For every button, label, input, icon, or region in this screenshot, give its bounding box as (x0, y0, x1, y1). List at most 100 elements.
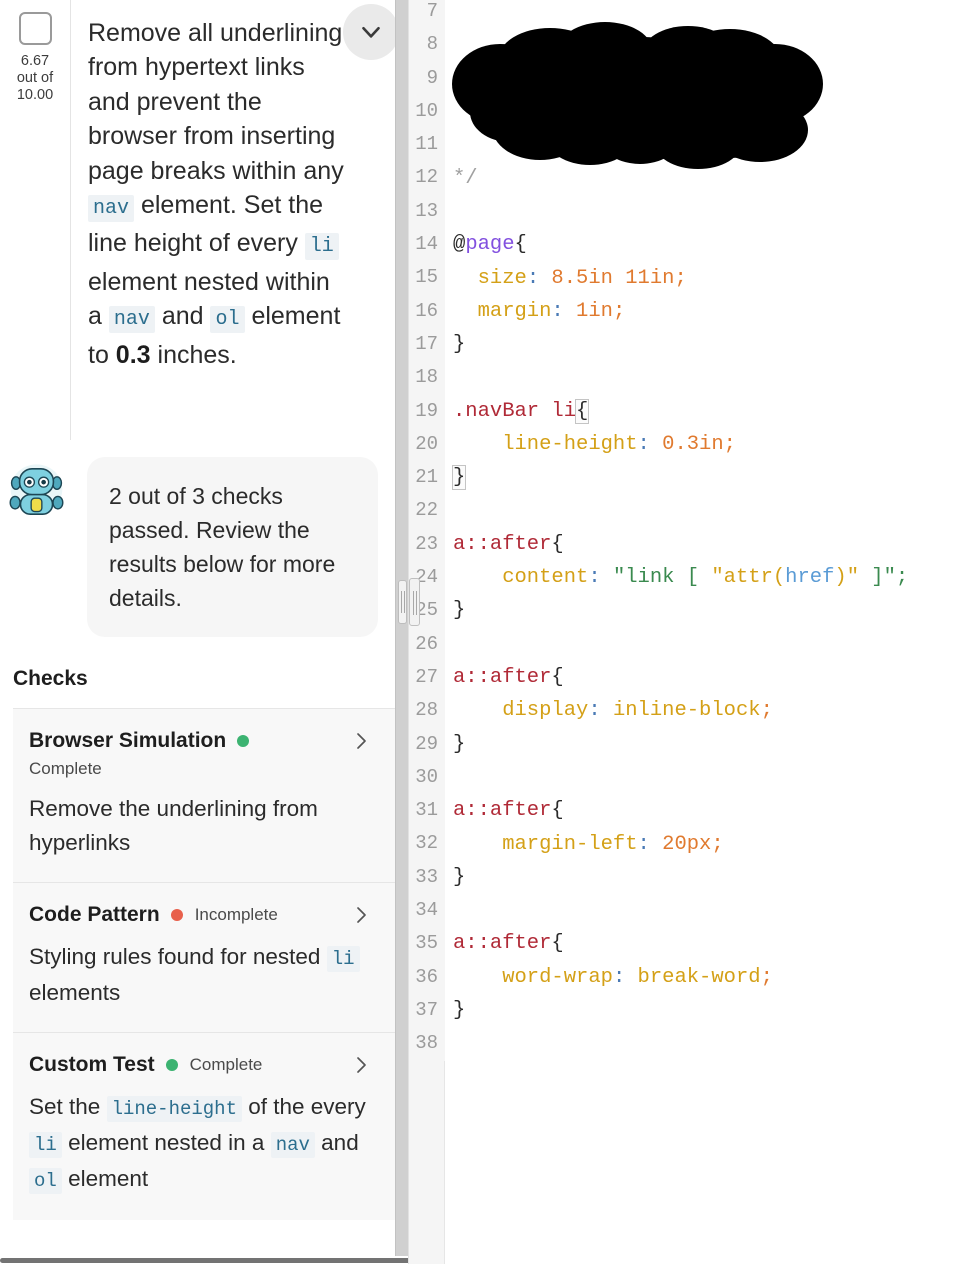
code-line-text: } (445, 599, 465, 622)
code-line-text: margin-left: 20px; (445, 832, 723, 856)
code-line[interactable]: 12 */ (409, 161, 963, 195)
code-line[interactable]: 32 margin-left: 20px; (409, 827, 963, 861)
code-line-text: a::after{ (445, 932, 564, 955)
line-number: 27 (409, 660, 445, 695)
code-line[interactable]: 9 (409, 61, 963, 95)
code-token: { (551, 932, 564, 956)
code-line[interactable]: 8 (409, 28, 963, 62)
code-token: margin (453, 299, 552, 323)
inline-code-token: nav (88, 195, 135, 223)
checks-heading: Checks (13, 667, 88, 690)
code-line[interactable]: 15 size: 8.5in 11in; (409, 261, 963, 295)
panel-splitter-handle[interactable] (409, 578, 420, 626)
code-line[interactable]: 27 a::after{ (409, 660, 963, 695)
code-line[interactable]: 24 content: "link [ "attr(href)" ]"; (409, 561, 963, 595)
check-header: Custom Test Complete (29, 1053, 377, 1077)
check-item[interactable]: Custom Test Complete Set the line-height o… (13, 1033, 395, 1220)
instruction-row: 6.67 out of 10.00 Remove all underlining… (0, 0, 408, 440)
code-token: "link (612, 566, 687, 590)
code-token: "attr( (711, 566, 786, 590)
line-number: 36 (409, 960, 445, 994)
code-line[interactable]: 26 (409, 627, 963, 661)
code-line-text: line-height: 0.3in; (445, 433, 736, 456)
code-line[interactable]: 11 (409, 128, 963, 162)
code-line[interactable]: 14 @page{ (409, 228, 963, 262)
line-number: 37 (409, 993, 445, 1028)
assistant-message-bubble: 2 out of 3 checks passed. Review the res… (87, 457, 378, 637)
code-token: { (514, 233, 527, 257)
code-line[interactable]: 10 (409, 94, 963, 129)
code-line-text: } (445, 733, 465, 756)
code-line[interactable]: 7 (409, 0, 963, 29)
code-token: : (637, 832, 663, 856)
collapse-instructions-button[interactable] (343, 4, 399, 60)
line-number: 13 (409, 194, 445, 229)
code-token: ; (760, 699, 773, 723)
code-token: */ (453, 166, 478, 190)
code-token: 1in (576, 299, 613, 323)
code-line[interactable]: 20 line-height: 0.3in; (409, 427, 963, 462)
code-token: )" (834, 566, 859, 590)
check-description: Remove the underlining from hyperlinks (29, 796, 318, 855)
code-line[interactable]: 21} (409, 461, 963, 495)
code-line[interactable]: 34 (409, 894, 963, 928)
code-line[interactable]: 28 display: inline-block; (409, 694, 963, 728)
check-item[interactable]: Browser Simulation Complete Remove the und… (13, 709, 395, 883)
check-header: Browser Simulation (29, 729, 377, 753)
chevron-right-icon[interactable] (349, 1053, 373, 1077)
check-status-label: Complete (29, 759, 102, 778)
code-line[interactable]: 33} (409, 860, 963, 895)
check-title: Custom Test (29, 1053, 155, 1076)
code-line[interactable]: 38 (409, 1027, 963, 1061)
line-number: 14 (409, 228, 445, 262)
code-area[interactable]: 6 Coding Challenge 5789101112*/1314@page… (409, 0, 963, 1061)
checks-list: Browser Simulation Complete Remove the und… (13, 708, 395, 1220)
task-checkbox[interactable] (18, 12, 52, 45)
code-line[interactable]: 19 .navBar li{ (409, 394, 963, 428)
code-token: } (451, 465, 467, 491)
line-number: 23 (409, 527, 445, 562)
code-line[interactable]: 37} (409, 993, 963, 1028)
inline-code-token: ol (210, 306, 245, 334)
code-line[interactable]: 29} (409, 727, 963, 761)
code-line[interactable]: 18 (409, 361, 963, 395)
line-number: 16 (409, 294, 445, 328)
code-line[interactable]: 16 margin: 1in; (409, 294, 963, 328)
code-line[interactable]: 13 (409, 194, 963, 229)
code-token: ; (723, 433, 736, 456)
code-line[interactable]: 25} (409, 594, 963, 628)
line-number: 11 (409, 128, 445, 162)
check-header: Code Pattern Incomplete (29, 903, 377, 927)
emphasized-value: 0.3 (115, 340, 151, 369)
horizontal-scrollbar-track[interactable] (0, 1256, 408, 1264)
instructions-scrollbar-thumb[interactable] (398, 580, 407, 624)
code-line[interactable]: 35 a::after{ (409, 927, 963, 961)
check-item[interactable]: Code Pattern Incomplete Styling rules foun… (13, 883, 395, 1033)
chevron-right-icon[interactable] (349, 903, 373, 927)
code-token: : (588, 699, 613, 723)
code-line[interactable]: 17} (409, 327, 963, 362)
code-line[interactable]: 31 a::after{ (409, 794, 963, 828)
code-line-text: a::after{ (445, 533, 564, 556)
coding-challenge-workspace: 6.67 out of 10.00 Remove all underlining… (0, 0, 963, 1264)
code-token: : (612, 965, 638, 989)
inline-code-token: ol (29, 1168, 62, 1194)
code-line[interactable]: 30 (409, 760, 963, 795)
instructions-scrollbar-track[interactable] (395, 0, 408, 1264)
status-dot (170, 909, 183, 921)
code-token: word-wrap (453, 965, 613, 989)
status-dot (237, 735, 250, 747)
code-token: a::after (453, 666, 552, 690)
code-line[interactable]: 36 word-wrap: break-word; (409, 960, 963, 994)
horizontal-scrollbar-thumb[interactable] (0, 1258, 408, 1263)
check-description: Styling rules found for nested li elemen… (29, 940, 377, 1010)
line-number: 10 (409, 94, 445, 129)
line-number: 15 (409, 261, 445, 295)
code-line-text: a::after{ (445, 799, 564, 822)
check-title: Code Pattern (29, 903, 160, 926)
code-line[interactable]: 22 (409, 494, 963, 528)
inline-code-token: line-height (106, 1096, 242, 1122)
code-editor-panel[interactable]: 6 Coding Challenge 5789101112*/1314@page… (408, 0, 963, 1264)
chevron-right-icon[interactable] (349, 729, 373, 753)
code-line[interactable]: 23 a::after{ (409, 527, 963, 562)
